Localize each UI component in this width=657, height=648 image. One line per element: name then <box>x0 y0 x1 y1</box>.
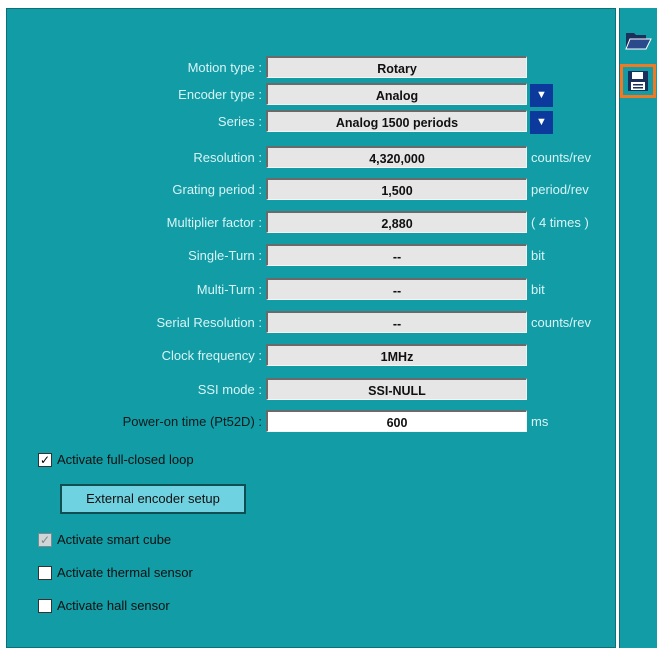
field-unit: bit <box>531 248 545 263</box>
field-value: -- <box>266 244 527 266</box>
field-value: SSI-NULL <box>266 378 527 400</box>
checkbox-label: Activate full-closed loop <box>57 452 194 467</box>
field-value: 1,500 <box>266 178 527 200</box>
checkbox-box[interactable] <box>38 566 52 580</box>
field-value: -- <box>266 311 527 333</box>
field-row: Grating period : 1,500 period/rev <box>0 178 657 202</box>
field-row: Encoder type : Analog ▼ <box>0 83 657 107</box>
field-label: Grating period : <box>172 182 262 197</box>
field-row: Power-on time (Pt52D) : 600 ms <box>0 410 657 434</box>
external-encoder-setup-button[interactable]: External encoder setup <box>60 484 246 514</box>
field-value: 4,320,000 <box>266 146 527 168</box>
field-value: 2,880 <box>266 211 527 233</box>
open-file-button[interactable] <box>620 22 656 56</box>
field-label: Serial Resolution : <box>156 315 263 330</box>
dropdown-arrow-icon[interactable]: ▼ <box>530 111 553 134</box>
dropdown-arrow-icon[interactable]: ▼ <box>530 84 553 107</box>
field-row: Multi-Turn : -- bit <box>0 278 657 302</box>
field-unit: bit <box>531 282 545 297</box>
field-row: SSI mode : SSI-NULL <box>0 378 657 402</box>
field-value[interactable]: 600 <box>266 410 527 432</box>
field-value: Rotary <box>266 56 527 78</box>
checkbox-label: Activate smart cube <box>57 532 172 547</box>
field-unit: period/rev <box>531 182 589 197</box>
checkbox-label: Activate hall sensor <box>57 598 170 613</box>
field-row: Resolution : 4,320,000 counts/rev <box>0 146 657 170</box>
field-value: -- <box>266 278 527 300</box>
field-label: Series : <box>217 114 262 129</box>
field-row: Clock frequency : 1MHz <box>0 344 657 368</box>
checkbox-box[interactable] <box>38 599 52 613</box>
field-label: Encoder type : <box>178 87 262 102</box>
field-value: 1MHz <box>266 344 527 366</box>
checkbox-box: ✓ <box>38 533 52 547</box>
folder-open-icon <box>625 33 652 50</box>
dropdown-value[interactable]: Analog <box>266 83 527 105</box>
checkbox-label: Activate thermal sensor <box>57 565 193 580</box>
field-label: Multi-Turn : <box>196 282 262 297</box>
field-unit: counts/rev <box>531 150 591 165</box>
field-label: Power-on time (Pt52D) : <box>122 414 262 429</box>
field-row: Motion type : Rotary <box>0 56 657 80</box>
dropdown-value[interactable]: Analog 1500 periods <box>266 110 527 132</box>
field-label: Resolution : <box>193 150 262 165</box>
field-row: Single-Turn : -- bit <box>0 244 657 268</box>
field-label: Multiplier factor : <box>166 215 262 230</box>
field-label: Single-Turn : <box>188 248 262 263</box>
field-label: SSI mode : <box>197 382 262 397</box>
field-unit: counts/rev <box>531 315 591 330</box>
field-row: Multiplier factor : 2,880 ( 4 times ) <box>0 211 657 235</box>
field-label: Clock frequency : <box>161 348 262 363</box>
field-row: Serial Resolution : -- counts/rev <box>0 311 657 335</box>
field-label: Motion type : <box>187 60 262 75</box>
field-unit: ( 4 times ) <box>531 215 589 230</box>
field-row: Series : Analog 1500 periods ▼ <box>0 110 657 134</box>
field-unit: ms <box>531 414 549 429</box>
checkbox-box[interactable]: ✓ <box>38 453 52 467</box>
